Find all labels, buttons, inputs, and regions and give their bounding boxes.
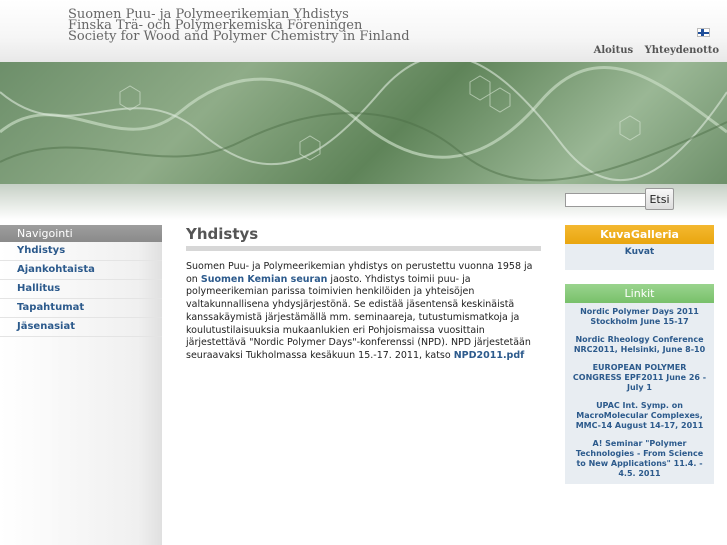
link-item-npd2011[interactable]: Nordic Polymer Days 2011 Stockholm June … xyxy=(571,307,708,327)
sidebar-item-ajankohtaista[interactable]: Ajankohtaista xyxy=(0,261,162,280)
intro-text-2: jaosto. Yhdistys toimii puu- ja polymeer… xyxy=(186,273,531,361)
site-title[interactable]: Suomen Puu- ja Polymeerikemian Yhdistys … xyxy=(68,8,410,44)
links-title: Linkit xyxy=(565,284,714,303)
sidebar-item-hallitus[interactable]: Hallitus xyxy=(0,280,162,299)
banner-image xyxy=(0,62,727,184)
intro-paragraph: Suomen Puu- ja Polymeerikemian yhdistys … xyxy=(186,261,541,363)
link-item-nrc2011[interactable]: Nordic Rheology Conference NRC2011, Hels… xyxy=(571,335,708,355)
main-content: Yhdistys Suomen Puu- ja Polymeerikemian … xyxy=(186,225,541,363)
search-input[interactable] xyxy=(565,193,647,207)
page-title: Yhdistys xyxy=(186,225,541,251)
gallery-link-kuvat[interactable]: Kuvat xyxy=(565,247,714,257)
suomen-kemian-seura-link[interactable]: Suomen Kemian seuran xyxy=(201,274,328,285)
molecule-pattern xyxy=(0,62,727,182)
link-item-epf2011[interactable]: EUROPEAN POLYMER CONGRESS EPF2011 June 2… xyxy=(571,363,708,393)
gallery-title: KuvaGalleria xyxy=(565,225,714,244)
finnish-flag-icon[interactable] xyxy=(697,28,710,37)
site-title-en: Society for Wood and Polymer Chemistry i… xyxy=(68,29,410,44)
sidebar-item-yhdistys[interactable]: Yhdistys xyxy=(0,242,162,261)
top-nav: Aloitus Yhteydenotto xyxy=(586,45,719,56)
sidebar-item-jasenasiat[interactable]: Jäsenasiat xyxy=(0,318,162,337)
npd2011-pdf-link[interactable]: NPD2011.pdf xyxy=(454,350,525,361)
sidebar-title: Navigointi xyxy=(0,225,162,242)
sidebar-navigation: Navigointi Yhdistys Ajankohtaista Hallit… xyxy=(0,225,162,545)
links-list: Nordic Polymer Days 2011 Stockholm June … xyxy=(565,303,714,479)
nav-link-aloitus[interactable]: Aloitus xyxy=(594,45,634,56)
gallery-box: KuvaGalleria Kuvat xyxy=(565,225,714,270)
nav-link-yhteydenotto[interactable]: Yhteydenotto xyxy=(645,45,719,56)
sidebar-list: Yhdistys Ajankohtaista Hallitus Tapahtum… xyxy=(0,242,162,337)
link-item-a-seminar[interactable]: A! Seminar "Polymer Technologies - From … xyxy=(571,439,708,479)
search-button[interactable]: Etsi xyxy=(645,188,674,210)
sidebar-item-tapahtumat[interactable]: Tapahtumat xyxy=(0,299,162,318)
site-header: Suomen Puu- ja Polymeerikemian Yhdistys … xyxy=(0,0,727,62)
links-box: Linkit Nordic Polymer Days 2011 Stockhol… xyxy=(565,284,714,484)
link-item-mmc14[interactable]: UPAC Int. Symp. on MacroMolecular Comple… xyxy=(571,401,708,431)
